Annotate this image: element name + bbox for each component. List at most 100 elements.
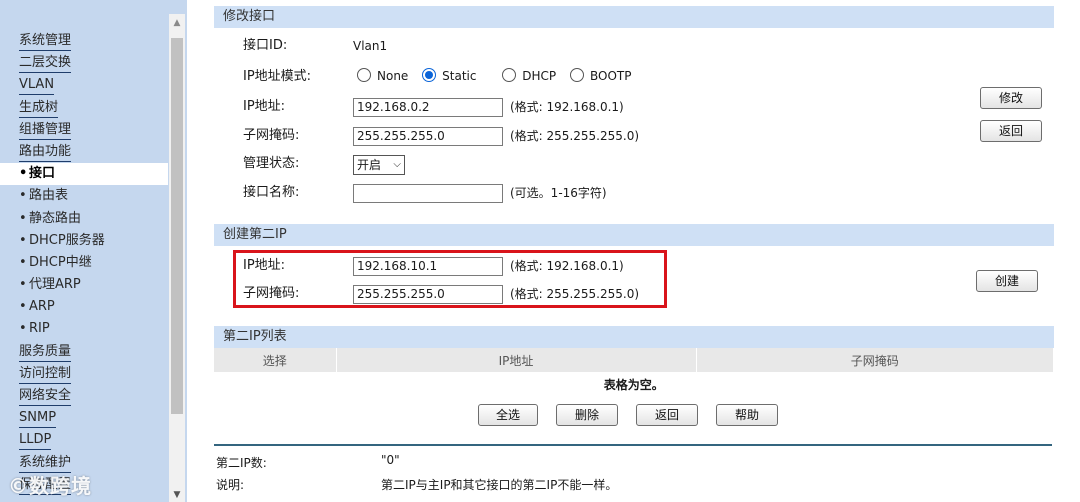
list-back-button[interactable]: 返回 (636, 404, 698, 426)
bullet-icon: • (19, 166, 28, 182)
radio-none[interactable] (357, 68, 371, 82)
subnet-mask-label: 子网掩码: (243, 128, 300, 143)
sidebar-item-label: 组播管理 (19, 121, 72, 140)
sidebar-item[interactable]: • 路由表 (0, 185, 168, 207)
sidebar-item[interactable]: • DHCP中继 (0, 252, 168, 274)
sidebar-item-label: 接口 (29, 166, 56, 182)
radio-bootp[interactable] (570, 68, 584, 82)
sidebar-menu: 系统管理 二层交换 VLAN 生成树 组播管理 路由功能 • 接口 • 路由表 • 静态路由 • DHCP… (0, 30, 168, 496)
subnet-mask-input[interactable]: 255.255.255.0 (353, 127, 503, 146)
delete-button[interactable]: 删除 (556, 404, 618, 426)
sidebar-item-label: 服务质量 (19, 343, 72, 362)
sidebar-item[interactable]: 服务质量 (0, 341, 168, 363)
interface-id-label: 接口ID: (243, 38, 288, 53)
sidebar-item[interactable]: 网络安全 (0, 385, 168, 407)
second-ip-list-header: 第二IP列表 (214, 326, 1054, 348)
sidebar-item-label: ARP (29, 299, 55, 315)
scroll-thumb[interactable] (171, 38, 183, 414)
sidebar-item[interactable]: LLDP (0, 429, 168, 451)
sidebar-item[interactable]: VLAN (0, 74, 168, 96)
interface-id-value: Vlan1 (353, 39, 388, 53)
admin-status-select[interactable]: 开启 ⌵ (353, 155, 405, 175)
scroll-up-arrow-icon[interactable]: ▲ (169, 18, 185, 32)
ip-address-label: IP地址: (243, 99, 286, 114)
ip-mode-option-static[interactable]: Static (422, 68, 476, 83)
bullet-icon: • (19, 321, 27, 337)
help-button[interactable]: 帮助 (716, 404, 778, 426)
ip-mode-radio-group: None Static DHCP BOOTP (357, 68, 641, 83)
sidebar-item-label: 静态路由 (29, 210, 82, 226)
divider (214, 444, 1052, 446)
sidebar-item-label: 路由表 (29, 188, 69, 204)
sidebar-item-label: 路由功能 (19, 143, 72, 162)
note-label: 说明: (216, 478, 245, 492)
note-value: 第二IP与主IP和其它接口的第二IP不能一样。 (381, 478, 618, 492)
back-button[interactable]: 返回 (980, 120, 1042, 142)
sidebar-item-label: VLAN (19, 76, 55, 96)
second-ip-address-label: IP地址: (243, 258, 286, 273)
sidebar-item[interactable]: • 接口 (0, 163, 168, 186)
radio-static[interactable] (422, 68, 437, 82)
sidebar-item[interactable]: 组播管理 (0, 119, 168, 141)
ip-address-hint: (格式: 192.168.0.1) (510, 100, 624, 114)
second-ip-count-value: "0" (381, 453, 400, 467)
sidebar-item[interactable]: 二层交换 (0, 52, 168, 74)
ip-mode-option-none[interactable]: None (357, 68, 408, 83)
sidebar-item[interactable]: • 代理ARP (0, 274, 168, 296)
sidebar-item-label: 代理ARP (29, 277, 81, 293)
sidebar-item[interactable]: • RIP (0, 318, 168, 340)
watermark: ©数跨境 (8, 474, 92, 498)
column-header-mask: 子网掩码 (696, 348, 1054, 372)
second-subnet-mask-label: 子网掩码: (243, 286, 300, 301)
admin-status-label: 管理状态: (243, 156, 300, 171)
select-all-button[interactable]: 全选 (478, 404, 538, 426)
column-header-ip: IP地址 (336, 348, 697, 372)
sidebar-item[interactable]: • DHCP服务器 (0, 230, 168, 252)
sidebar-item-label: 生成树 (19, 99, 59, 118)
second-subnet-mask-input[interactable]: 255.255.255.0 (353, 285, 503, 304)
ip-mode-option-bootp[interactable]: BOOTP (570, 68, 631, 83)
second-ip-table: 选择 IP地址 子网掩码 表格为空。 (214, 348, 1054, 396)
table-empty-message: 表格为空。 (214, 372, 1054, 396)
sidebar-item[interactable]: 系统管理 (0, 30, 168, 52)
chevron-down-icon: ⌵ (393, 159, 401, 170)
radio-dhcp[interactable] (502, 68, 517, 82)
second-ip-address-hint: (格式: 192.168.0.1) (510, 259, 624, 273)
second-subnet-mask-hint: (格式: 255.255.255.0) (510, 287, 640, 301)
sidebar-item-label: RIP (29, 321, 50, 337)
modify-button[interactable]: 修改 (980, 87, 1042, 109)
sidebar-item-label: 网络安全 (19, 387, 72, 406)
bullet-icon: • (19, 232, 27, 248)
table-header-row: 选择 IP地址 子网掩码 (214, 348, 1054, 372)
bullet-icon: • (19, 299, 27, 315)
ip-address-input[interactable]: 192.168.0.2 (353, 98, 503, 117)
ip-mode-option-dhcp[interactable]: DHCP (502, 68, 556, 83)
sidebar: 系统管理 二层交换 VLAN 生成树 组播管理 路由功能 • 接口 • 路由表 • 静态路由 • DHCP… (0, 0, 187, 502)
second-ip-count-label: 第二IP数: (216, 456, 267, 470)
bullet-icon: • (19, 254, 27, 270)
create-button[interactable]: 创建 (976, 270, 1038, 292)
modify-interface-header: 修改接口 (214, 6, 1054, 28)
sidebar-item-label: 二层交换 (19, 54, 72, 74)
interface-name-hint: (可选。1-16字符) (510, 186, 607, 200)
sidebar-item[interactable]: 路由功能 (0, 141, 168, 163)
sidebar-item[interactable]: • 静态路由 (0, 208, 168, 230)
subnet-mask-hint: (格式: 255.255.255.0) (510, 129, 640, 143)
sidebar-item[interactable]: 访问控制 (0, 363, 168, 385)
sidebar-item-label: LLDP (19, 431, 52, 451)
sidebar-scrollbar[interactable]: ▲ ▼ (169, 14, 185, 502)
ip-mode-label: IP地址模式: (243, 69, 312, 84)
interface-name-input[interactable] (353, 184, 503, 203)
create-second-ip-header: 创建第二IP (214, 224, 1054, 246)
sidebar-item-label: DHCP中继 (29, 254, 92, 270)
second-ip-address-input[interactable]: 192.168.10.1 (353, 257, 503, 276)
sidebar-item[interactable]: 生成树 (0, 97, 168, 119)
sidebar-item-label: 访问控制 (19, 365, 72, 384)
column-header-select: 选择 (214, 348, 337, 372)
bullet-icon: • (19, 188, 27, 204)
sidebar-item[interactable]: • ARP (0, 296, 168, 318)
sidebar-item-label: DHCP服务器 (29, 232, 105, 248)
sidebar-item[interactable]: SNMP (0, 407, 168, 429)
scroll-down-arrow-icon[interactable]: ▼ (169, 490, 185, 502)
sidebar-item-label: SNMP (19, 409, 57, 429)
